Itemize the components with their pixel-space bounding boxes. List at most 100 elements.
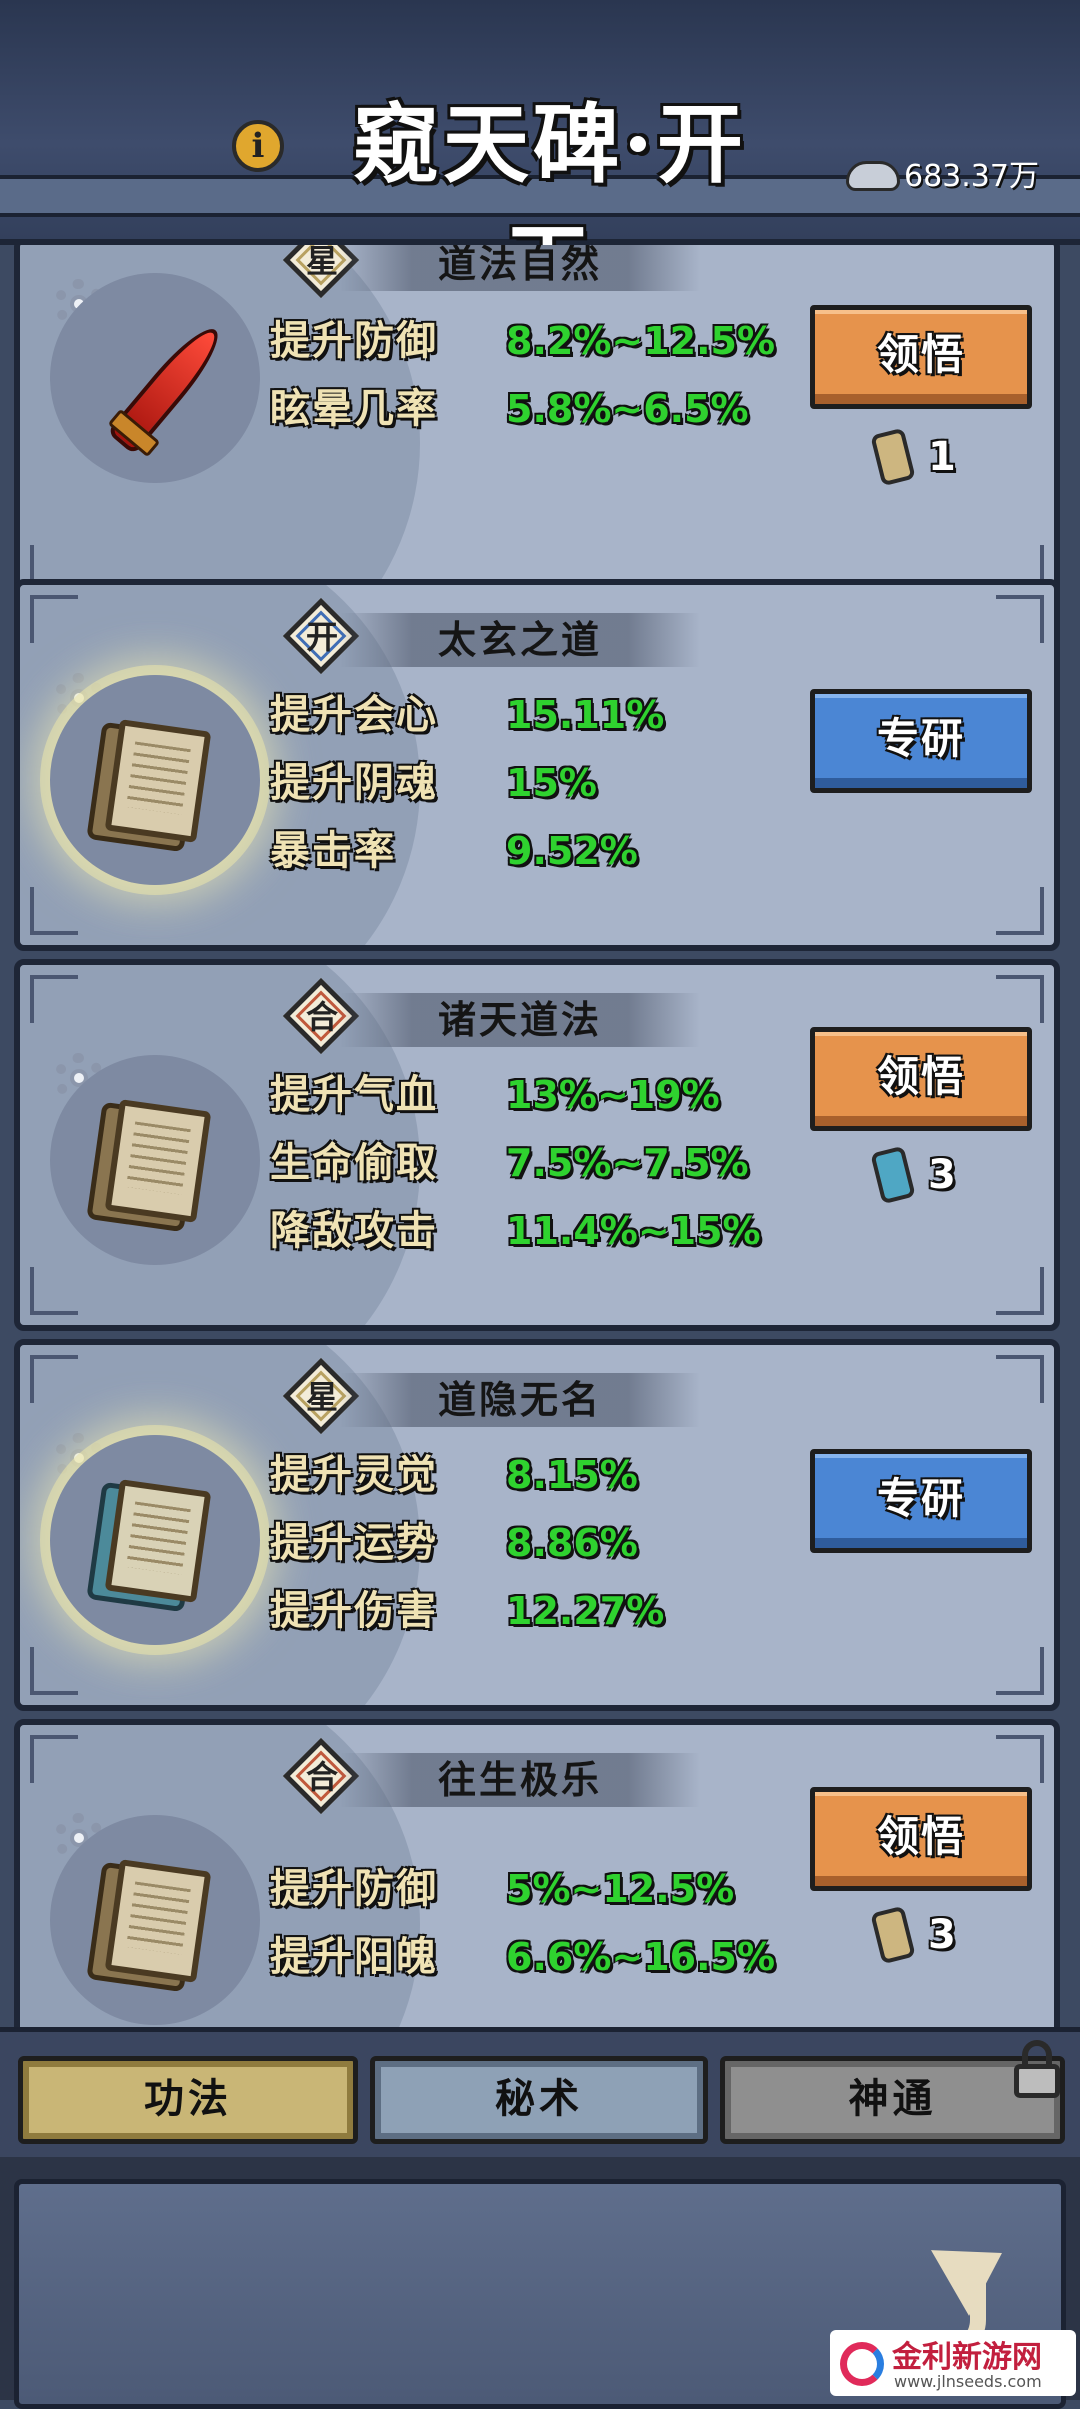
corner-ornament (996, 1735, 1044, 1783)
technique-name: 道隐无名 (437, 1377, 602, 1422)
stat-label: 眩晕几率 (270, 385, 438, 432)
corner-ornament (996, 975, 1044, 1023)
technique-card: 星 道法自然 提升防御 8.2%~12.5% 眩晕几率 5.8%~6.5% 领悟… (14, 245, 1060, 609)
technique-name: 道法自然 (437, 245, 602, 286)
stat-value: 5.8%~6.5% (506, 387, 749, 431)
stat-value: 8.2%~12.5% (506, 319, 776, 363)
watermark: 金利新游网 www.jlnseeds.com (830, 2330, 1076, 2396)
tab-gongfa[interactable]: 功法 (18, 2056, 358, 2144)
stat-value: 15.11% (506, 693, 665, 737)
corner-ornament (996, 1267, 1044, 1315)
scroll-icon (870, 427, 916, 487)
stat-list: 提升防御 8.2%~12.5% 眩晕几率 5.8%~6.5% (270, 307, 830, 443)
corner-ornament (30, 595, 78, 643)
stat-row: 提升灵觉 8.15% (270, 1441, 830, 1509)
scroll-icon (104, 1099, 212, 1223)
stat-label: 提升阳魄 (270, 1933, 438, 1980)
stat-value: 11.4%~15% (506, 1209, 761, 1253)
stat-value: 9.52% (506, 829, 638, 873)
corner-ornament (996, 887, 1044, 935)
stat-row: 提升阳魄 6.6%~16.5% (270, 1923, 830, 1991)
corner-ornament (996, 595, 1044, 643)
scroll-icon (104, 719, 212, 843)
technique-name: 往生极乐 (437, 1757, 602, 1802)
technique-card: 合 往生极乐 提升防御 5%~12.5% 提升阳魄 6.6%~16.5% 领悟 … (14, 1719, 1060, 2027)
stat-value: 7.5%~7.5% (506, 1141, 749, 1185)
stat-label: 提升运势 (270, 1519, 438, 1566)
stat-value: 15% (506, 761, 597, 805)
stat-value: 8.86% (506, 1521, 638, 1565)
stat-row: 生命偷取 7.5%~7.5% (270, 1129, 830, 1197)
comprehend-button[interactable]: 领悟 (810, 305, 1032, 409)
stat-value: 8.15% (506, 1453, 638, 1497)
technique-card: 合 诸天道法 提升气血 13%~19% 生命偷取 7.5%~7.5% 降敌攻击 … (14, 959, 1060, 1331)
item-slot[interactable] (50, 675, 260, 885)
technique-name: 太玄之道 (437, 617, 602, 662)
stat-label: 生命偷取 (270, 1139, 438, 1186)
info-icon[interactable]: i (232, 120, 284, 172)
scroll-icon (104, 1859, 212, 1983)
comprehend-button[interactable]: 领悟 (810, 1027, 1032, 1131)
corner-ornament (30, 1735, 78, 1783)
stat-label: 提升会心 (270, 691, 438, 738)
stat-row: 降敌攻击 11.4%~15% (270, 1197, 830, 1265)
corner-ornament (996, 1355, 1044, 1403)
stat-label: 提升伤害 (270, 1587, 438, 1634)
blue-scroll-icon (104, 1479, 212, 1603)
page-title: 窥天碑·开天 (353, 94, 747, 315)
silver-ingot-icon (846, 161, 900, 191)
cost-count: 3 (928, 1912, 956, 1958)
comprehend-button[interactable]: 领悟 (810, 1787, 1032, 1891)
watermark-url: www.jlnseeds.com (894, 2372, 1042, 2391)
research-button[interactable]: 专研 (810, 689, 1032, 793)
blue-scroll-icon (870, 1145, 916, 1205)
item-slot[interactable] (50, 273, 260, 483)
stat-label: 提升灵觉 (270, 1451, 438, 1498)
stat-row: 提升气血 13%~19% (270, 1061, 830, 1129)
stat-list: 提升气血 13%~19% 生命偷取 7.5%~7.5% 降敌攻击 11.4%~1… (270, 1061, 830, 1265)
stat-row: 提升阴魂 15% (270, 749, 830, 817)
corner-ornament (30, 1267, 78, 1315)
stat-row: 提升防御 5%~12.5% (270, 1855, 830, 1923)
stat-label: 提升气血 (270, 1071, 438, 1118)
stat-value: 12.27% (506, 1589, 665, 1633)
technique-card: 开 太玄之道 提升会心 15.11% 提升阴魂 15% 暴击率 9.52% 专研 (14, 579, 1060, 951)
cost-count: 3 (928, 1152, 956, 1198)
watermark-title: 金利新游网 (892, 2340, 1042, 2375)
cost-count: 1 (928, 434, 956, 480)
corner-ornament (30, 887, 78, 935)
stat-label: 提升防御 (270, 317, 438, 364)
tab-mishu[interactable]: 秘术 (370, 2056, 708, 2144)
stat-label: 提升阴魂 (270, 759, 438, 806)
item-slot[interactable] (50, 1815, 260, 2025)
technique-card: 星 道隐无名 提升灵觉 8.15% 提升运势 8.86% 提升伤害 12.27%… (14, 1339, 1060, 1711)
corner-ornament (996, 1647, 1044, 1695)
stat-label: 降敌攻击 (270, 1207, 438, 1254)
tab-bar: 功法 秘术 神通 (0, 2027, 1080, 2157)
stat-row: 提升会心 15.11% (270, 681, 830, 749)
header-bar: i 窥天碑·开天 683.37万 (0, 0, 1080, 315)
stat-value: 5%~12.5% (506, 1867, 735, 1911)
stat-row: 提升运势 8.86% (270, 1509, 830, 1577)
stat-label: 提升防御 (270, 1865, 438, 1912)
corner-ornament (30, 975, 78, 1023)
technique-name: 诸天道法 (437, 997, 602, 1042)
research-button[interactable]: 专研 (810, 1449, 1032, 1553)
stat-row: 提升防御 8.2%~12.5% (270, 307, 830, 375)
stat-value: 6.6%~16.5% (506, 1935, 776, 1979)
stat-list: 提升灵觉 8.15% 提升运势 8.86% 提升伤害 12.27% (270, 1441, 830, 1645)
item-slot[interactable] (50, 1435, 260, 1645)
stat-label: 暴击率 (270, 827, 396, 874)
stat-row: 眩晕几率 5.8%~6.5% (270, 375, 830, 443)
item-slot[interactable] (50, 1055, 260, 1265)
corner-ornament (30, 1647, 78, 1695)
scroll-icon (870, 1905, 916, 1965)
stat-row: 提升伤害 12.27% (270, 1577, 830, 1645)
stat-row: 暴击率 9.52% (270, 817, 830, 885)
corner-ornament (30, 1355, 78, 1403)
technique-list[interactable]: 星 道法自然 提升防御 8.2%~12.5% 眩晕几率 5.8%~6.5% 领悟… (0, 245, 1080, 2027)
lock-icon (1010, 2040, 1064, 2098)
stat-value: 13%~19% (506, 1073, 720, 1117)
site-logo-icon (840, 2342, 884, 2386)
stat-list: 提升防御 5%~12.5% 提升阳魄 6.6%~16.5% (270, 1855, 830, 1991)
